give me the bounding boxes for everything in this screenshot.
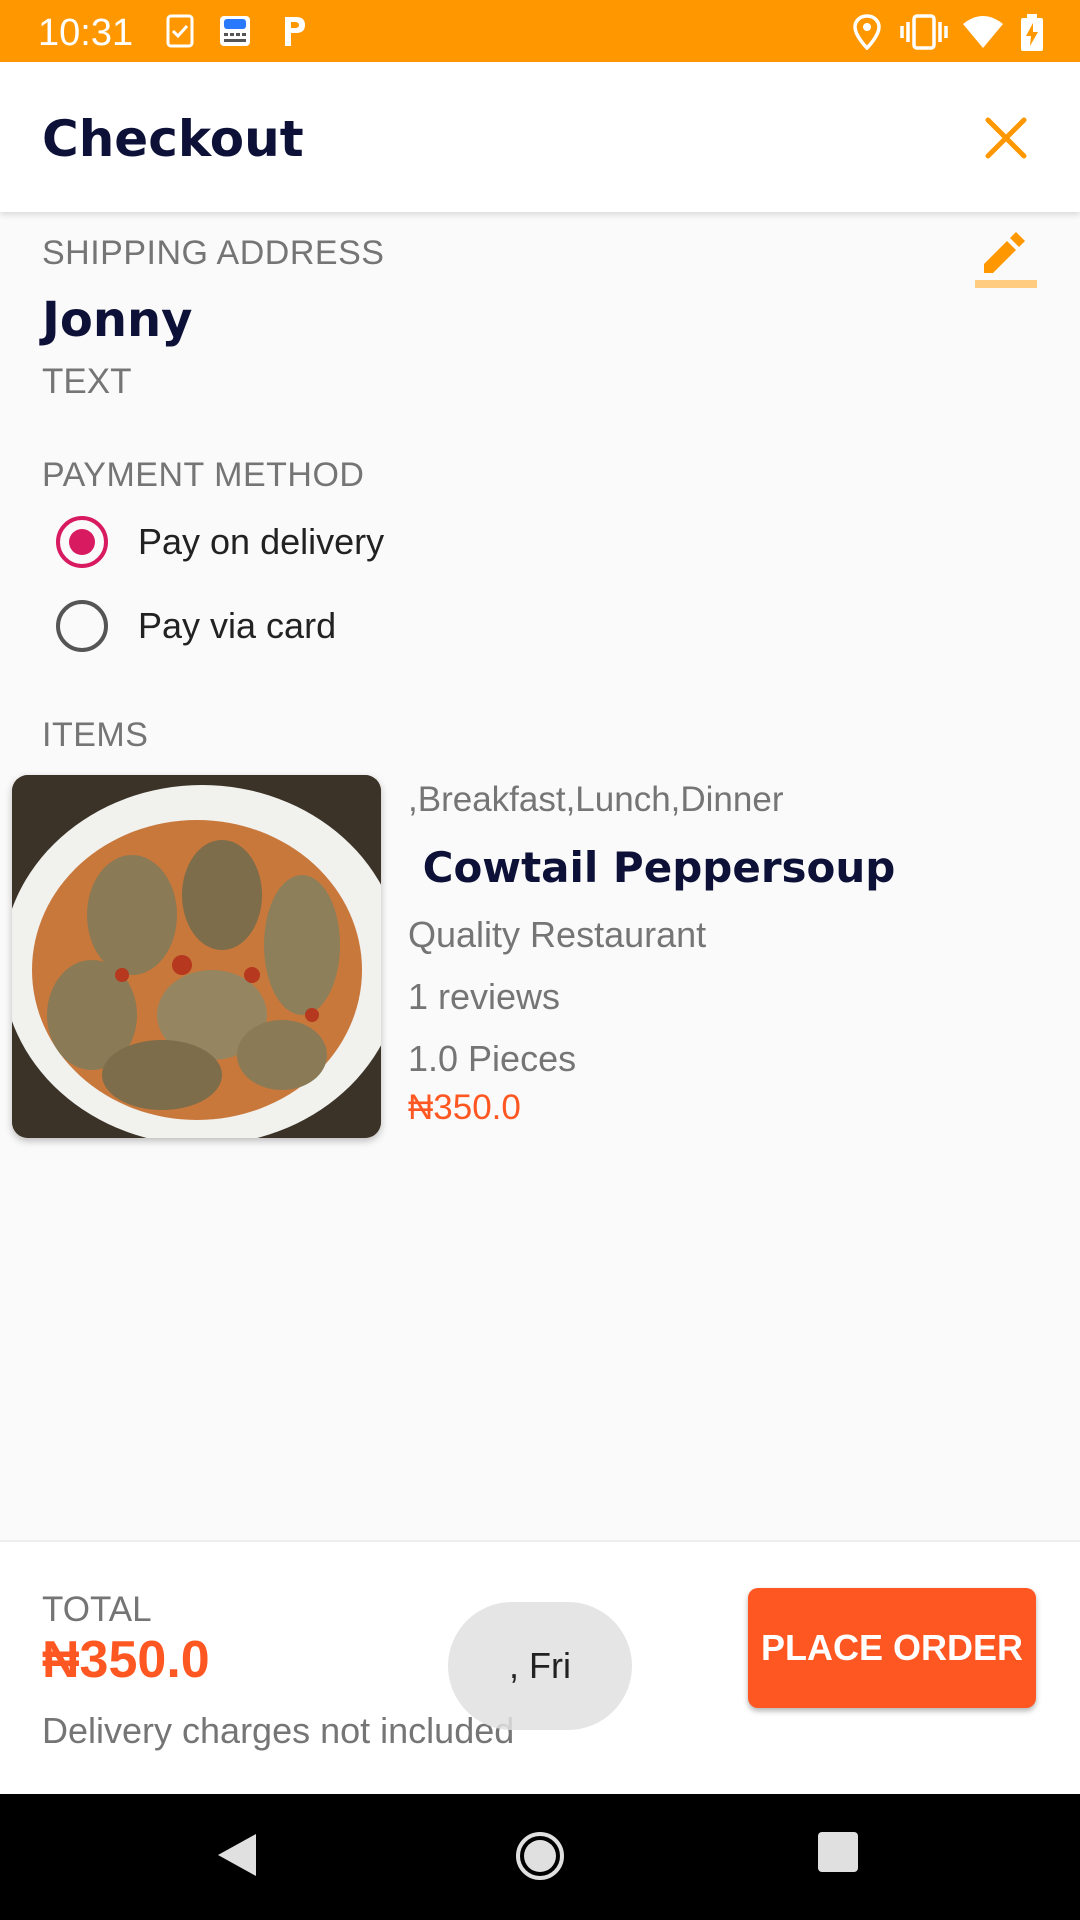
recents-icon bbox=[818, 1832, 858, 1872]
item-quantity: 1.0 Pieces bbox=[408, 1038, 577, 1079]
payment-option-label: Pay via card bbox=[138, 605, 337, 646]
radio-selected[interactable] bbox=[56, 516, 108, 568]
food-photo bbox=[12, 775, 381, 1138]
item-restaurant: Quality Restaurant bbox=[408, 914, 707, 955]
app-bar: Checkout bbox=[0, 62, 1080, 212]
recipient-name: Jonny bbox=[42, 292, 193, 348]
keyboard-app-icon bbox=[218, 14, 252, 53]
status-bar: 10:31 bbox=[0, 0, 1080, 62]
item-categories: ,Breakfast,Lunch,Dinner bbox=[408, 780, 784, 819]
items-label: ITEMS bbox=[42, 716, 149, 754]
home-button[interactable] bbox=[514, 1830, 566, 1887]
place-order-button[interactable]: PLACE ORDER bbox=[748, 1588, 1036, 1708]
item-reviews: 1 reviews bbox=[408, 976, 561, 1017]
payment-option-label: Pay on delivery bbox=[138, 521, 385, 562]
shipping-address-label: SHIPPING ADDRESS bbox=[42, 234, 385, 272]
pencil-icon bbox=[975, 232, 1037, 288]
status-time: 10:31 bbox=[38, 12, 134, 54]
toast-message: , Fri bbox=[448, 1602, 632, 1730]
paypal-icon bbox=[280, 14, 308, 53]
system-nav-bar bbox=[0, 1794, 1080, 1920]
back-button[interactable] bbox=[214, 1830, 260, 1885]
home-icon bbox=[516, 1832, 564, 1880]
payment-option-delivery[interactable]: Pay on delivery bbox=[56, 512, 384, 572]
wifi-icon bbox=[962, 14, 1004, 55]
back-icon bbox=[218, 1834, 256, 1876]
food-image[interactable] bbox=[12, 775, 381, 1138]
recents-button[interactable] bbox=[816, 1830, 860, 1879]
battery-charging-icon bbox=[1020, 14, 1044, 57]
radio-unselected[interactable] bbox=[56, 600, 108, 652]
edit-address-button[interactable] bbox=[970, 222, 1040, 292]
payment-option-card[interactable]: Pay via card bbox=[56, 596, 336, 656]
page-title: Checkout bbox=[42, 110, 304, 168]
total-value: ₦350.0 bbox=[42, 1631, 210, 1689]
close-button[interactable] bbox=[980, 112, 1032, 164]
location-icon bbox=[852, 14, 882, 55]
item-name[interactable]: Cowtail Peppersoup bbox=[408, 843, 896, 892]
total-label: TOTAL bbox=[42, 1590, 152, 1629]
vibrate-icon bbox=[900, 14, 948, 55]
checklist-icon bbox=[166, 14, 194, 53]
payment-method-label: PAYMENT METHOD bbox=[42, 456, 365, 494]
close-icon bbox=[985, 117, 1027, 159]
item-price: ₦350.0 bbox=[408, 1088, 521, 1127]
address-text: TEXT bbox=[42, 362, 132, 401]
delivery-note: Delivery charges not included bbox=[42, 1710, 515, 1751]
